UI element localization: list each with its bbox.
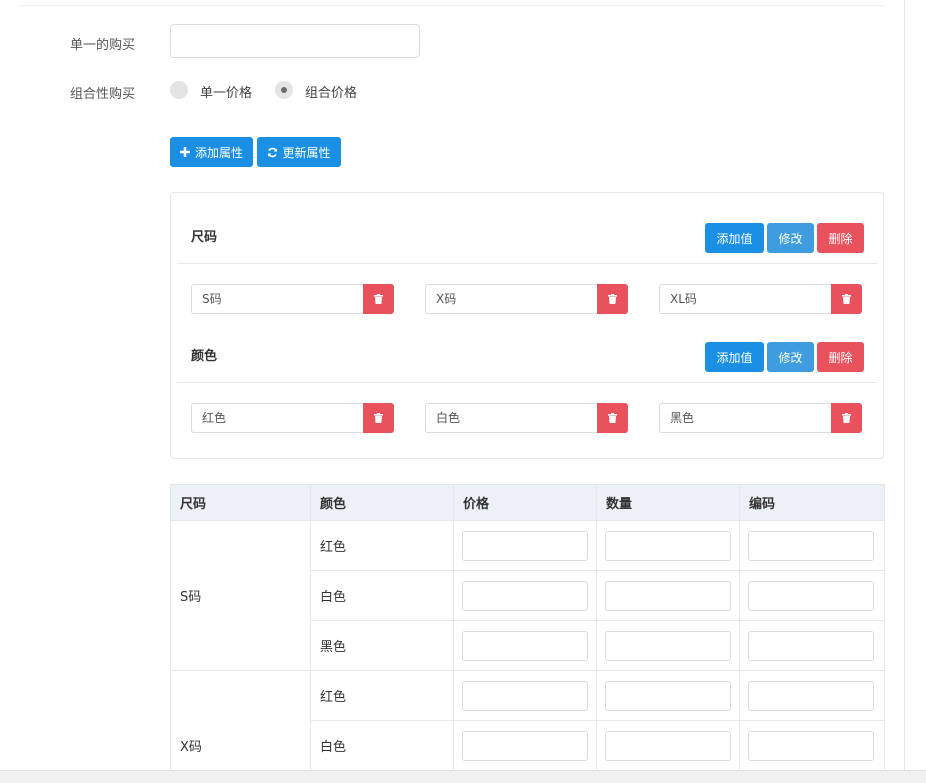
attribute-divider [177, 263, 877, 264]
attribute-value-input[interactable]: S码 [191, 284, 364, 314]
quantity-input[interactable] [605, 530, 731, 561]
combo-price-radio[interactable] [275, 81, 293, 99]
attribute-value-input[interactable]: 黑色 [659, 403, 832, 433]
delete-attribute-button[interactable]: 删除 [817, 342, 864, 372]
color-cell: 白色 [310, 720, 454, 771]
delete-attribute-button[interactable]: 删除 [817, 223, 864, 253]
price-input[interactable] [462, 630, 588, 661]
combo-price-label: 组合价格 [305, 86, 358, 101]
content-right-border [904, 0, 905, 770]
price-input[interactable] [462, 730, 588, 761]
horizontal-scrollbar[interactable] [0, 770, 926, 783]
delete-value-button[interactable] [597, 284, 628, 314]
refresh-icon [267, 147, 278, 158]
price-input[interactable] [462, 680, 588, 711]
table-header-row: 尺码 颜色 价格 数量 编码 [170, 484, 885, 521]
header-color: 颜色 [310, 484, 454, 521]
delete-value-button[interactable] [831, 284, 862, 314]
attribute-value-input[interactable]: 白色 [425, 403, 598, 433]
code-input[interactable] [748, 530, 874, 561]
attribute-divider [177, 382, 877, 383]
attribute-value-input[interactable]: XL码 [659, 284, 832, 314]
code-input[interactable] [748, 730, 874, 761]
trash-icon [842, 294, 851, 304]
quantity-input[interactable] [605, 580, 731, 611]
single-price-label: 单一价格 [200, 86, 253, 101]
code-input[interactable] [748, 680, 874, 711]
color-cell: 白色 [310, 570, 454, 621]
single-purchase-input[interactable] [170, 24, 420, 58]
color-cell: 红色 [310, 670, 454, 721]
price-input[interactable] [462, 530, 588, 561]
add-value-button[interactable]: 添加值 [705, 342, 764, 372]
color-cell: 黑色 [310, 620, 454, 671]
add-attribute-label: 添加属性 [194, 145, 243, 160]
top-divider [20, 5, 885, 6]
delete-value-button[interactable] [831, 403, 862, 433]
attribute-value-input[interactable]: X码 [425, 284, 598, 314]
attribute-panel: 尺码 添加值 修改 删除 S码 X码 XL码 颜色 添加值 修改 删除 红色 白… [170, 192, 884, 459]
attribute-name: 颜色 [191, 349, 218, 364]
header-price: 价格 [453, 484, 597, 521]
size-cell: S码 [170, 520, 311, 671]
code-input[interactable] [748, 630, 874, 661]
quantity-input[interactable] [605, 630, 731, 661]
update-attribute-button[interactable]: 更新属性 [257, 137, 341, 167]
attribute-name: 尺码 [191, 230, 218, 245]
add-value-button[interactable]: 添加值 [705, 223, 764, 253]
quantity-input[interactable] [605, 680, 731, 711]
header-quantity: 数量 [596, 484, 740, 521]
code-input[interactable] [748, 580, 874, 611]
header-size: 尺码 [170, 484, 311, 521]
trash-icon [608, 294, 617, 304]
edit-attribute-button[interactable]: 修改 [767, 342, 814, 372]
trash-icon [608, 413, 617, 423]
trash-icon [374, 294, 383, 304]
quantity-input[interactable] [605, 730, 731, 761]
delete-value-button[interactable] [363, 284, 394, 314]
header-code: 编码 [739, 484, 885, 521]
single-price-radio[interactable] [170, 81, 188, 99]
attribute-value-input[interactable]: 红色 [191, 403, 364, 433]
table-row: S码 红色 [170, 520, 885, 671]
trash-icon [374, 413, 383, 423]
combo-purchase-label: 组合性购买 [70, 87, 136, 102]
table-row: X码 红色 [170, 670, 885, 783]
size-cell: X码 [170, 670, 311, 783]
edit-attribute-button[interactable]: 修改 [767, 223, 814, 253]
update-attribute-label: 更新属性 [282, 145, 331, 160]
add-attribute-button[interactable]: 添加属性 [170, 137, 253, 167]
delete-value-button[interactable] [597, 403, 628, 433]
color-cell: 红色 [310, 520, 454, 571]
delete-value-button[interactable] [363, 403, 394, 433]
sku-table: 尺码 颜色 价格 数量 编码 S码 红色 白色 黑色 X码 红色 白色 [170, 484, 885, 783]
single-purchase-label: 单一的购买 [70, 38, 136, 53]
plus-icon [180, 147, 191, 158]
trash-icon [842, 413, 851, 423]
price-input[interactable] [462, 580, 588, 611]
